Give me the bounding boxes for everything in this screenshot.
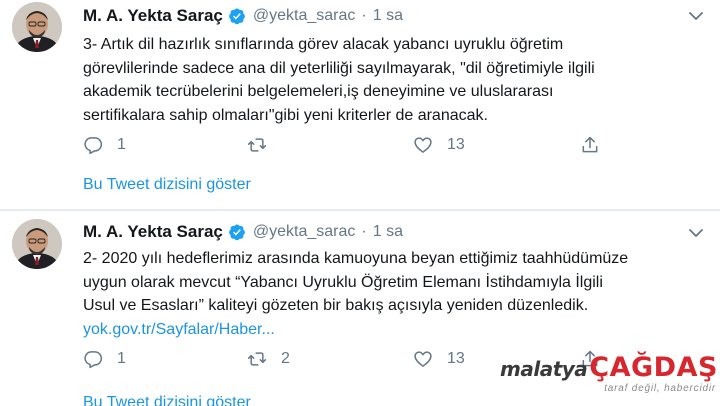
chevron-down-icon[interactable]: [688, 226, 704, 238]
author-handle[interactable]: @yekta_sarac: [253, 7, 356, 25]
tweet-text-line: görevlilerinde sadece ana dil yeterliliğ…: [83, 59, 595, 77]
like-count: 13: [447, 136, 465, 153]
author-handle[interactable]: @yekta_sarac: [253, 223, 356, 241]
watermark-part2: ÇAĞDAŞ: [589, 352, 718, 383]
tweet-text-line: uygun olarak mevcut “Yabancı Uyruklu Öğr…: [83, 273, 603, 291]
tweet-text: 3- Artık dil hazırlık sınıflarında görev…: [83, 33, 713, 127]
author-name[interactable]: M. A. Yekta Saraç: [83, 6, 223, 26]
avatar[interactable]: [12, 219, 62, 269]
tweet-text: 2- 2020 yılı hedeflerimiz arasında kamuo…: [83, 247, 713, 341]
chevron-down-icon[interactable]: [688, 9, 704, 21]
verified-badge-icon: [228, 223, 246, 241]
timestamp[interactable]: 1 sa: [373, 223, 403, 241]
tweet-text-line: 2- 2020 yılı hedeflerimiz arasında kamuo…: [83, 250, 629, 267]
retweet-icon: [247, 352, 267, 366]
timestamp[interactable]: 1 sa: [373, 7, 403, 25]
tweet-text-line: sertifikalara sahip olmaları"gibi yeni k…: [83, 106, 488, 124]
watermark-part1: malatya: [500, 357, 588, 381]
retweet-icon: [247, 138, 267, 152]
watermark-wordmark: malatyaÇAĞDAŞ: [500, 352, 718, 383]
tweet-feed: M. A. Yekta Saraç @yekta_sarac · 1 sa 3-…: [0, 0, 720, 406]
reply-button[interactable]: 1: [83, 347, 126, 371]
like-button[interactable]: 13: [413, 133, 465, 157]
separator-dot: ·: [361, 223, 367, 240]
reply-count: 1: [117, 350, 126, 367]
retweet-count: 2: [281, 350, 290, 367]
watermark-slogan: taraf değil, habercidir: [604, 383, 716, 394]
separator-dot: ·: [361, 7, 367, 24]
tweet-link[interactable]: yok.gov.tr/Sayfalar/Haber...: [83, 318, 713, 342]
tweet-text-line: 3- Artık dil hazırlık sınıflarında görev…: [83, 36, 564, 53]
show-thread-link[interactable]: Bu Tweet dizisini göster: [83, 176, 251, 194]
reply-count: 1: [117, 136, 126, 153]
reply-button[interactable]: 1: [83, 133, 126, 157]
avatar[interactable]: [12, 2, 62, 52]
verified-badge-icon: [228, 7, 246, 25]
show-thread-link[interactable]: Bu Tweet dizisini göster: [83, 394, 251, 406]
tweet[interactable]: M. A. Yekta Saraç @yekta_sarac · 1 sa 3-…: [0, 0, 720, 210]
tweet-header: M. A. Yekta Saraç @yekta_sarac · 1 sa: [83, 220, 403, 244]
retweet-button[interactable]: [247, 133, 281, 157]
author-name[interactable]: M. A. Yekta Saraç: [83, 222, 223, 242]
retweet-button[interactable]: 2: [247, 347, 290, 371]
like-icon: [414, 137, 432, 153]
watermark-logo: malatyaÇAĞDAŞ taraf değil, habercidir: [500, 350, 720, 400]
share-button[interactable]: [580, 133, 600, 157]
like-count: 13: [447, 350, 465, 367]
like-icon: [414, 351, 432, 367]
tweet-text-line: akademik tecrübelerini belgelemeleri,iş …: [83, 83, 554, 100]
reply-icon: [84, 137, 103, 155]
like-button[interactable]: 13: [413, 347, 465, 371]
share-icon: [582, 136, 598, 153]
reply-icon: [84, 351, 103, 369]
tweet-header: M. A. Yekta Saraç @yekta_sarac · 1 sa: [83, 4, 403, 28]
tweet-text-line: Usul ve Esasları” kaliteyi gözeten bir b…: [83, 297, 589, 314]
tweet-actions: 1 13: [83, 133, 608, 157]
